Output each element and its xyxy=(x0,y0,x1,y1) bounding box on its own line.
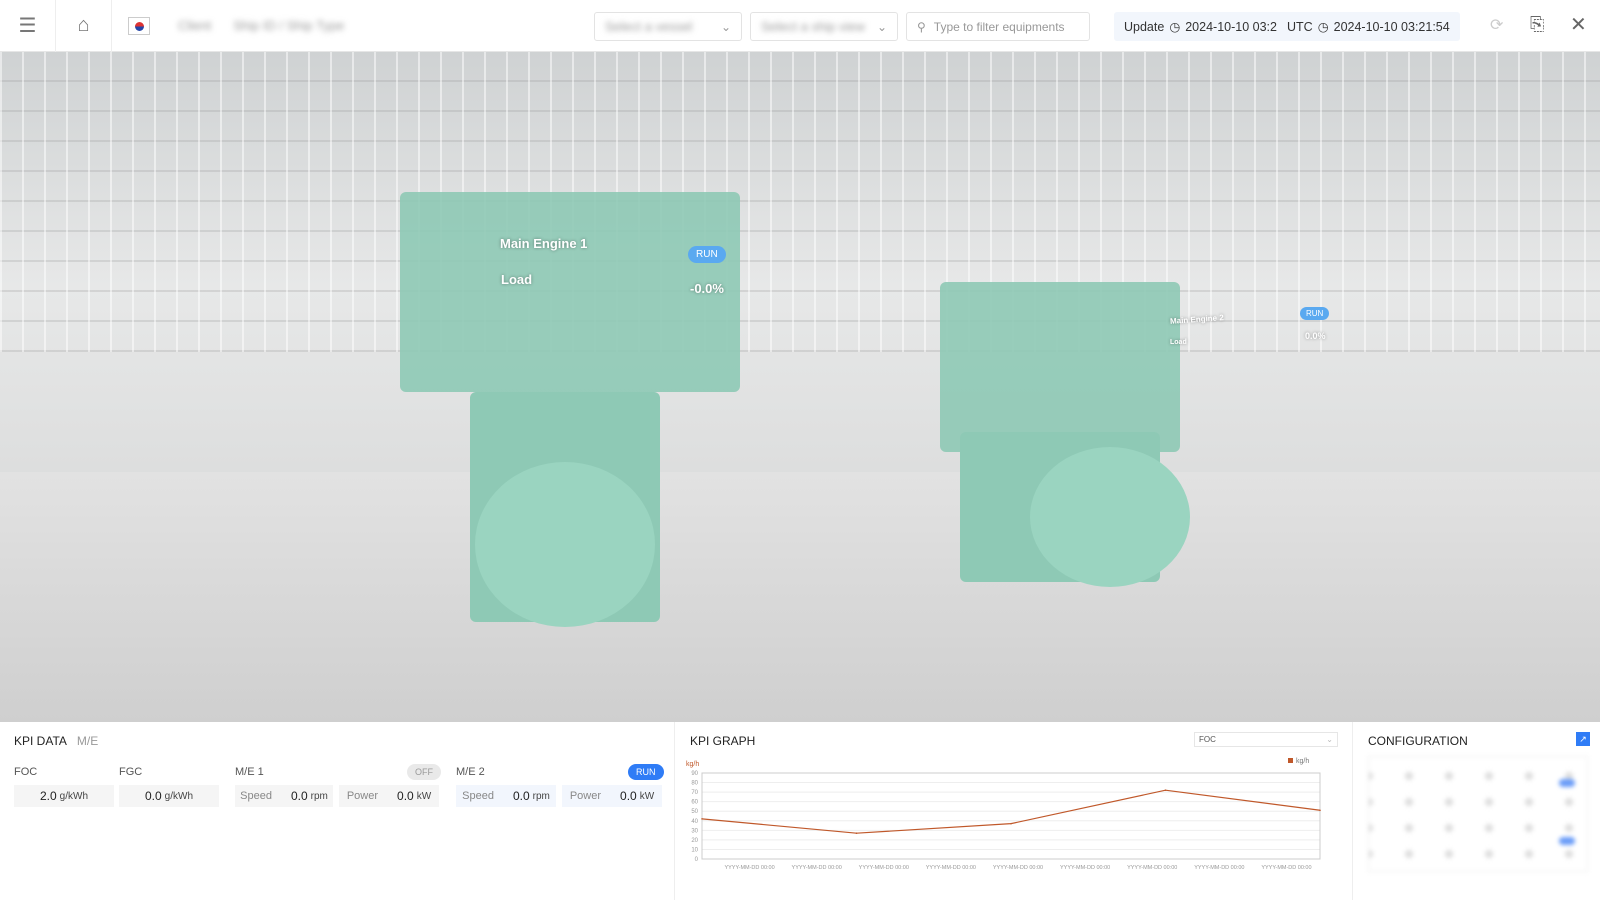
configuration-diagram[interactable] xyxy=(1368,756,1588,872)
plot-frame xyxy=(701,772,1321,860)
equipment-filter-input[interactable]: ⚲ Type to filter equipments xyxy=(906,12,1090,41)
view-select[interactable]: Select a ship view ⌄ xyxy=(750,12,898,41)
refresh-icon[interactable]: ⟳ xyxy=(1490,15,1503,35)
me1-power: Power 0.0 kW xyxy=(339,785,439,807)
chevron-down-icon: ⌄ xyxy=(1326,735,1333,744)
legend-label: kg/h xyxy=(1296,758,1309,765)
search-icon: ⚲ xyxy=(917,19,926,34)
engine-room-3d-view[interactable]: Main Engine 1 RUN Load -0.0% Main Engine… xyxy=(0,52,1600,722)
engine2-status-badge: RUN xyxy=(1300,307,1330,320)
y-tick-label: 40 xyxy=(691,819,698,825)
close-icon[interactable]: ✕ xyxy=(1570,12,1587,37)
kpi-data-panel: KPI DATA M/E FOC 2.0 g/kWh FGC 0.0 g/kWh M/… xyxy=(0,722,675,900)
chevron-down-icon: ⌄ xyxy=(876,19,887,34)
exit-icon[interactable]: ⎘ xyxy=(1530,14,1544,35)
data-point xyxy=(701,818,703,820)
breadcrumb-client[interactable]: Client xyxy=(178,18,211,33)
me2-speed: Speed 0.0 rpm xyxy=(456,785,556,807)
vessel-select[interactable]: Select a vessel ⌄ xyxy=(594,12,742,41)
y-tick-label: 10 xyxy=(691,847,698,853)
me1-label: M/E 1 xyxy=(235,766,264,778)
me2-power: Power 0.0 kW xyxy=(562,785,662,807)
x-tick-label: YYYY-MM-DD 00:00 xyxy=(859,865,909,871)
y-tick-label: 0 xyxy=(695,857,699,863)
kpi-line-chart: kg/h kg/h 0 10 20 30 40 50 60 70 80 90 YYYY-MM-DD 00… xyxy=(686,758,1321,871)
x-tick-label: YYYY-MM-DD 00:00 xyxy=(1060,865,1110,871)
clock-icon: ◷ xyxy=(1169,20,1181,34)
utc-time: UTC ◷ 2024-10-10 03:21:54 xyxy=(1277,12,1460,41)
y-tick-label: 30 xyxy=(691,828,698,834)
legend-swatch xyxy=(1288,758,1293,763)
graph-metric-select[interactable]: FOC ⌄ xyxy=(1194,732,1338,747)
me2-label: M/E 2 xyxy=(456,766,485,778)
x-tick-label: YYYY-MM-DD 00:00 xyxy=(792,865,842,871)
engine2-load-value: 0.0% xyxy=(1305,331,1326,341)
y-tick-label: 90 xyxy=(691,771,698,777)
x-tick-label: YYYY-MM-DD 00:00 xyxy=(1194,865,1244,871)
y-tick-label: 70 xyxy=(691,790,698,796)
y-axis-label: kg/h xyxy=(686,761,699,768)
engine1-name[interactable]: Main Engine 1 xyxy=(500,236,587,251)
foc-value: 2.0 g/kWh xyxy=(14,785,114,807)
data-point xyxy=(1319,809,1321,812)
y-tick-label: 80 xyxy=(691,781,698,787)
x-tick-label: YYYY-MM-DD 00:00 xyxy=(1127,865,1177,871)
breadcrumb-ship[interactable]: Ship ID / Ship Type xyxy=(233,18,344,33)
clock-icon: ◷ xyxy=(1317,20,1329,34)
configuration-panel: CONFIGURATION ↗ xyxy=(1354,722,1600,900)
open-external-icon[interactable]: ↗ xyxy=(1576,732,1590,746)
x-tick-label: YYYY-MM-DD 00:00 xyxy=(926,865,976,871)
engine1-load-label: Load xyxy=(501,272,533,287)
data-point xyxy=(1164,789,1167,791)
flag-icon[interactable] xyxy=(128,16,150,35)
data-point xyxy=(855,832,858,834)
kpi-graph-title: KPI GRAPH xyxy=(690,734,756,748)
kpi-data-subtitle[interactable]: M/E xyxy=(77,734,98,748)
home-icon[interactable]: ⌂ xyxy=(56,0,112,52)
foc-label: FOC xyxy=(14,766,38,778)
me1-status-badge: OFF xyxy=(407,764,441,780)
kpi-data-title: KPI DATA xyxy=(14,734,67,748)
kpi-graph-panel: KPI GRAPH FOC ⌄ kg/h kg/h 0 10 20 30 40 50 60 70 80… xyxy=(676,722,1353,900)
x-tick-label: YYYY-MM-DD 00:00 xyxy=(1261,865,1311,871)
fgc-value: 0.0 g/kWh xyxy=(119,785,219,807)
menu-icon[interactable]: ☰ xyxy=(0,0,56,52)
data-point xyxy=(1010,822,1012,825)
me1-speed: Speed 0.0 rpm xyxy=(235,785,333,807)
engine1-load-value: -0.0% xyxy=(690,281,724,296)
engine2-load-label: Load xyxy=(1170,339,1187,346)
me2-status-badge: RUN xyxy=(628,764,664,780)
x-tick-label: YYYY-MM-DD 00:00 xyxy=(993,865,1043,871)
y-tick-label: 50 xyxy=(691,809,698,815)
y-tick-label: 20 xyxy=(691,838,698,844)
chevron-down-icon: ⌄ xyxy=(720,19,731,34)
configuration-title: CONFIGURATION xyxy=(1368,734,1468,748)
engine1-status-badge: RUN xyxy=(688,246,726,263)
y-tick-label: 60 xyxy=(691,800,698,806)
x-tick-label: YYYY-MM-DD 00:00 xyxy=(724,865,774,871)
fgc-label: FGC xyxy=(119,766,143,778)
